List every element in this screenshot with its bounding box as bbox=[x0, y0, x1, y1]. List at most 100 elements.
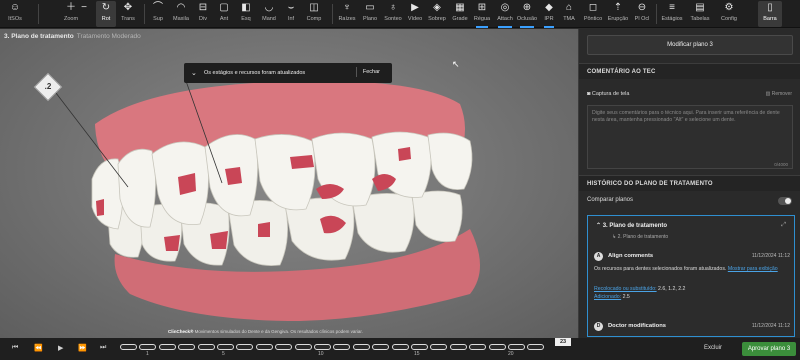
stage-segment[interactable] bbox=[488, 344, 506, 350]
sidebar-icon: ▯ bbox=[767, 2, 773, 13]
move-icon: ✥ bbox=[123, 2, 133, 13]
stage-segment[interactable] bbox=[197, 344, 215, 350]
toolbar-pontico[interactable]: ◻ Pôntico bbox=[582, 1, 604, 27]
toolbar-sobrep[interactable]: ◈ Sobrep bbox=[426, 1, 448, 27]
toolbar-plocl[interactable]: ⊖ Pl Ocl bbox=[632, 1, 652, 27]
stage-segment[interactable] bbox=[255, 344, 273, 350]
stage-segment[interactable] bbox=[391, 344, 409, 350]
attachment-icon: ◎ bbox=[500, 2, 510, 13]
approve-plan-button[interactable]: Aprovar plano 3 bbox=[742, 342, 796, 356]
front-view-icon: ▢ bbox=[219, 2, 229, 13]
roots-icon: ♆ bbox=[343, 2, 351, 13]
compare-plans-toggle[interactable] bbox=[778, 197, 792, 205]
stage-segment[interactable] bbox=[352, 344, 370, 350]
toolbar-ipr[interactable]: ◆ IPR bbox=[540, 1, 558, 28]
toolbar-ant[interactable]: ▢ Ant bbox=[214, 1, 234, 27]
comment-textarea[interactable]: Digite seus comentários para o técnico a… bbox=[587, 105, 793, 169]
eruption-icon: ⇡ bbox=[613, 2, 623, 13]
plane-icon: ▭ bbox=[365, 2, 375, 13]
skip-end-icon[interactable]: ⏭ bbox=[100, 344, 106, 352]
replaced-list: Recolocado ou substituído: 2.6, 1.2, 2.2 bbox=[594, 286, 686, 292]
panel-footer: Excluir Aprovar plano 3 bbox=[578, 338, 800, 360]
toolbar-plano[interactable]: ▭ Plano bbox=[360, 1, 380, 27]
stage-segment[interactable] bbox=[449, 344, 467, 350]
toolbar-mand[interactable]: ◡ Mand bbox=[258, 1, 280, 27]
stage-tick-label: 10 bbox=[318, 351, 324, 357]
stage-segment[interactable] bbox=[527, 344, 545, 350]
entry-text: Os recursos para dentes selecionados for… bbox=[594, 266, 778, 272]
maxilla-icon: ◠ bbox=[176, 2, 186, 13]
screenshot-capture[interactable]: ◙ Captura de tela bbox=[587, 91, 629, 97]
toolbar-grade[interactable]: ▦ Grade bbox=[450, 1, 470, 27]
toolbar-erupcao[interactable]: ⇡ Erupção bbox=[606, 1, 630, 27]
minus-icon: − bbox=[81, 2, 87, 13]
stage-segment[interactable] bbox=[333, 344, 351, 350]
show-link[interactable]: Mostrar para exibição bbox=[728, 266, 778, 272]
toolbar-comp[interactable]: ◫ Comp bbox=[302, 1, 326, 27]
stage-segment[interactable] bbox=[294, 344, 312, 350]
toolbar-esq[interactable]: ◧ Esq bbox=[236, 1, 256, 27]
tma-icon: ⌂ bbox=[565, 2, 573, 13]
toolbar-raizes[interactable]: ♆ Raízes bbox=[336, 1, 358, 27]
toolbar-maxila[interactable]: ◠ Maxila bbox=[170, 1, 192, 27]
history-entry: D Doctor modifications 11/12/2024 11:12 bbox=[594, 322, 790, 336]
stage-segment[interactable] bbox=[178, 344, 196, 350]
toolbar-barra[interactable]: ▯ Barra bbox=[758, 1, 782, 27]
stage-segment[interactable] bbox=[508, 344, 525, 350]
entry-date: 11/12/2024 11:12 bbox=[751, 323, 790, 329]
compare-icon: ◫ bbox=[309, 2, 319, 13]
toolbar-tabelas[interactable]: ▤ Tabelas bbox=[688, 1, 712, 27]
toolbar-config[interactable]: ⚙ Config bbox=[718, 1, 740, 27]
toolbar-video[interactable]: ▶ Vídeo bbox=[406, 1, 424, 27]
stage-segment[interactable] bbox=[314, 344, 331, 350]
stage-segment[interactable] bbox=[372, 344, 390, 350]
stage-segment[interactable] bbox=[120, 344, 137, 350]
entry-author: Align comments bbox=[608, 253, 654, 259]
toast-close-button[interactable]: Fechar bbox=[355, 67, 386, 77]
stage-segment[interactable] bbox=[158, 344, 176, 350]
comment-section-header: COMENTÁRIO AO TEC bbox=[579, 63, 800, 79]
step-back-icon[interactable]: ⏪ bbox=[34, 344, 43, 352]
play-icon[interactable]: ▶ bbox=[58, 344, 63, 352]
avatar: A bbox=[594, 252, 603, 261]
stage-segment[interactable] bbox=[217, 344, 234, 350]
stage-segment[interactable] bbox=[139, 344, 157, 350]
toolbar-tma[interactable]: ⌂ TMA bbox=[560, 1, 578, 27]
toolbar-sit[interactable]: ☺ ItSOs bbox=[4, 1, 26, 27]
current-stage-badge: 23 bbox=[555, 338, 571, 346]
overlay-icon: ◈ bbox=[433, 2, 441, 13]
tooth-marker-label: .2 bbox=[44, 82, 52, 91]
toolbar-rot[interactable]: ↻ Rot bbox=[96, 1, 116, 27]
history-section-header: HISTÓRICO DO PLANO DE TRATAMENTO bbox=[579, 175, 800, 191]
compare-plans-label: Comparar planos bbox=[587, 197, 634, 203]
stage-segment[interactable] bbox=[469, 344, 487, 350]
stage-segment[interactable] bbox=[411, 344, 428, 350]
upper-jaw-icon: ⌒ bbox=[153, 2, 163, 13]
toolbar-trans[interactable]: ✥ Trans bbox=[118, 1, 138, 27]
stage-tick-label: 15 bbox=[414, 351, 420, 357]
chevron-down-icon[interactable]: ⌄ bbox=[191, 69, 197, 77]
step-forward-icon[interactable]: ⏩ bbox=[78, 344, 87, 352]
stage-slider[interactable] bbox=[120, 344, 572, 350]
delete-button[interactable]: Excluir bbox=[704, 345, 722, 351]
toolbar-oclusao[interactable]: ⊕ Oclusão bbox=[516, 1, 538, 28]
toolbar-sonteo[interactable]: ♁ Sonteo bbox=[382, 1, 404, 27]
toolbar-div[interactable]: ⊟ Div bbox=[194, 1, 212, 27]
modify-plan-button[interactable]: Modificar plano 3 bbox=[587, 35, 793, 55]
remove-button[interactable]: ▥ Remover bbox=[766, 91, 792, 97]
plan-card-title[interactable]: ⌃ 3. Plano de tratamento bbox=[596, 222, 667, 229]
toolbar-zoom-out[interactable]: − bbox=[78, 1, 90, 27]
entry-date: 11/12/2024 11:12 bbox=[751, 253, 790, 259]
3d-viewport[interactable]: 3. Plano de tratamento Tratamento Moderad… bbox=[0, 29, 578, 338]
stage-segment[interactable] bbox=[275, 344, 293, 350]
lower-jaw-icon: ⌣ bbox=[287, 2, 295, 13]
toolbar-attach[interactable]: ◎ Attach bbox=[494, 1, 516, 28]
external-link-icon[interactable]: ⤢ bbox=[781, 222, 786, 229]
stage-segment[interactable] bbox=[236, 344, 254, 350]
toolbar-estagios[interactable]: ≡ Estágios bbox=[660, 1, 684, 27]
skip-start-icon[interactable]: ⏮ bbox=[12, 344, 18, 352]
toolbar-regua[interactable]: ⊞ Régua bbox=[472, 1, 492, 28]
toolbar-inf[interactable]: ⌣ Inf bbox=[282, 1, 300, 27]
stage-segment[interactable] bbox=[430, 344, 448, 350]
toolbar-sup[interactable]: ⌒ Sup bbox=[148, 1, 168, 27]
